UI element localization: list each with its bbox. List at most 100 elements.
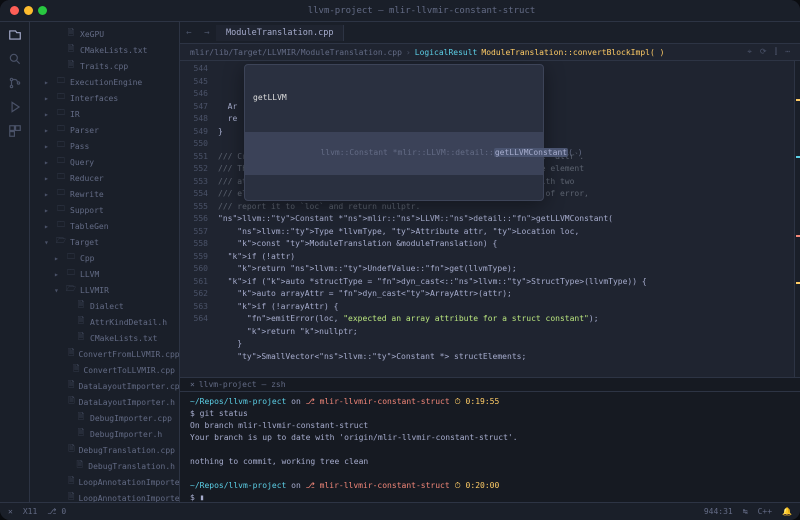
breadcrumb[interactable]: mlir/lib/Target/LLVMIR/ModuleTranslation…: [180, 44, 800, 61]
file-icon: 🗎: [66, 59, 76, 73]
close-window-button[interactable]: [10, 6, 19, 15]
tree-item[interactable]: 🗎DebugTranslation.h: [30, 458, 179, 474]
tree-item[interactable]: ▸🗀Parser: [30, 122, 179, 138]
autocomplete-query: getLLVM: [245, 90, 543, 107]
file-icon: 🗎: [68, 379, 74, 393]
tree-item[interactable]: ▾🗁Target: [30, 234, 179, 250]
terminal-tab[interactable]: × llvm-project — zsh: [180, 378, 800, 392]
editor-group: ← → ModuleTranslation.cpp mlir/lib/Targe…: [180, 22, 800, 502]
tree-item[interactable]: ▸🗀Interfaces: [30, 90, 179, 106]
file-icon: 🗎: [76, 315, 86, 329]
status-display[interactable]: X11: [23, 507, 37, 516]
file-icon: 🗎: [68, 347, 74, 361]
explorer-icon[interactable]: [8, 28, 22, 42]
search-icon[interactable]: [8, 52, 22, 66]
file-icon: 🗎: [76, 331, 86, 345]
file-icon: 🗎: [66, 27, 76, 41]
autocomplete-popup[interactable]: getLLVM llvm::Constant *mlir::LLVM::deta…: [244, 64, 544, 201]
git-icon[interactable]: [8, 76, 22, 90]
more-icon[interactable]: ⋯: [785, 47, 790, 57]
refresh-icon[interactable]: ⟳: [760, 47, 767, 57]
status-indent[interactable]: ↹: [743, 507, 748, 516]
window-title: llvm-project — mlir-llvmir-constant-stru…: [53, 6, 790, 16]
tree-item[interactable]: ▸🗀Pass: [30, 138, 179, 154]
app-window: llvm-project — mlir-llvmir-constant-stru…: [0, 0, 800, 520]
tree-item[interactable]: 🗎LoopAnnotationImporter.h: [30, 490, 179, 502]
activity-bar: [0, 22, 30, 502]
tree-item[interactable]: 🗎ConvertFromLLVMIR.cpp: [30, 346, 179, 362]
tree-item[interactable]: ▸🗀Reducer: [30, 170, 179, 186]
tree-item[interactable]: ▸🗀LLVM: [30, 266, 179, 282]
status-bar: ✕ X11 ⎇ 0 944:31 ↹ C++ 🔔: [0, 502, 800, 520]
tree-item[interactable]: ▸🗀Query: [30, 154, 179, 170]
tree-item[interactable]: 🗎DebugTranslation.cpp: [30, 442, 179, 458]
tree-item[interactable]: ▸🗀Rewrite: [30, 186, 179, 202]
tree-item[interactable]: 🗎CMakeLists.txt: [30, 42, 179, 58]
tree-item[interactable]: 🗎LoopAnnotationImporter.cpp: [30, 474, 179, 490]
traffic-lights: [10, 6, 47, 15]
minimap[interactable]: [794, 61, 800, 377]
close-icon[interactable]: ×: [190, 380, 195, 389]
folder-icon: 🗀: [56, 187, 66, 201]
tree-item[interactable]: 🗎DebugImporter.h: [30, 426, 179, 442]
terminal-panel: × llvm-project — zsh ~/Repos/llvm-projec…: [180, 377, 800, 502]
editor-tab[interactable]: ModuleTranslation.cpp: [216, 25, 344, 41]
file-icon: 🗎: [68, 395, 74, 409]
tree-item[interactable]: 🗎ConvertToLLVMIR.cpp: [30, 362, 179, 378]
compass-icon[interactable]: ⌖: [747, 47, 752, 57]
bell-icon[interactable]: 🔔: [782, 507, 792, 516]
tree-item[interactable]: 🗎DebugImporter.cpp: [30, 410, 179, 426]
tree-item[interactable]: 🗎DataLayoutImporter.cpp: [30, 378, 179, 394]
nav-back-button[interactable]: ←: [180, 28, 198, 38]
tree-item[interactable]: ▸🗀Cpp: [30, 250, 179, 266]
file-explorer: 🗎XeGPU🗎CMakeLists.txt🗎Traits.cpp▸🗀Execut…: [30, 22, 180, 502]
tree-item[interactable]: 🗎DataLayoutImporter.h: [30, 394, 179, 410]
code-content[interactable]: getLLVM llvm::Constant *mlir::LLVM::deta…: [214, 61, 794, 377]
tree-item[interactable]: 🗎Traits.cpp: [30, 58, 179, 74]
minimize-window-button[interactable]: [24, 6, 33, 15]
folder-icon: 🗀: [56, 203, 66, 217]
file-icon: 🗎: [76, 427, 86, 441]
folder-icon: 🗀: [56, 155, 66, 169]
nav-forward-button[interactable]: →: [198, 28, 216, 38]
titlebar: llvm-project — mlir-llvmir-constant-stru…: [0, 0, 800, 22]
folder-icon: 🗀: [56, 91, 66, 105]
status-cursor-pos[interactable]: 944:31: [704, 507, 733, 516]
tree-item[interactable]: 🗎CMakeLists.txt: [30, 330, 179, 346]
file-icon: 🗎: [73, 363, 79, 377]
terminal-output[interactable]: ~/Repos/llvm-project on ⎇ mlir-llvmir-co…: [180, 392, 800, 502]
debug-icon[interactable]: [8, 100, 22, 114]
tree-item[interactable]: 🗎AttrKindDetail.h: [30, 314, 179, 330]
tree-item[interactable]: 🗎XeGPU: [30, 26, 179, 42]
folder-icon: 🗀: [56, 219, 66, 233]
folder-open-icon: 🗁: [56, 235, 66, 249]
extensions-icon[interactable]: [8, 124, 22, 138]
maximize-window-button[interactable]: [38, 6, 47, 15]
main-area: 🗎XeGPU🗎CMakeLists.txt🗎Traits.cpp▸🗀Execut…: [0, 22, 800, 502]
line-gutter: 544 545 546 547 548 549 550 551 552 553 …: [180, 61, 214, 377]
tree-item[interactable]: ▸🗀IR: [30, 106, 179, 122]
status-error-icon[interactable]: ✕: [8, 507, 13, 516]
editor-tabbar: ← → ModuleTranslation.cpp: [180, 22, 800, 44]
folder-icon: 🗀: [56, 107, 66, 121]
code-editor[interactable]: 544 545 546 547 548 549 550 551 552 553 …: [180, 61, 800, 377]
status-git[interactable]: ⎇ 0: [47, 507, 66, 516]
folder-icon: 🗀: [66, 267, 76, 281]
autocomplete-item[interactable]: llvm::Constant *mlir::LLVM::detail::getL…: [245, 132, 543, 176]
breadcrumb-type: LogicalResult: [415, 48, 478, 57]
breadcrumb-func: ModuleTranslation::convertBlockImpl( ): [481, 48, 664, 57]
file-icon: 🗎: [68, 491, 74, 502]
tree-item[interactable]: ▸🗀ExecutionEngine: [30, 74, 179, 90]
file-icon: 🗎: [76, 411, 86, 425]
split-icon[interactable]: ⫿: [775, 47, 778, 57]
file-icon: 🗎: [76, 299, 86, 313]
file-icon: 🗎: [68, 443, 74, 457]
tree-item[interactable]: ▸🗀TableGen: [30, 218, 179, 234]
tree-item[interactable]: ▾🗁LLVMIR: [30, 282, 179, 298]
status-language[interactable]: C++: [758, 507, 772, 516]
folder-icon: 🗀: [56, 123, 66, 137]
folder-icon: 🗀: [66, 251, 76, 265]
tree-item[interactable]: 🗎Dialect: [30, 298, 179, 314]
file-icon: 🗎: [75, 459, 84, 473]
tree-item[interactable]: ▸🗀Support: [30, 202, 179, 218]
